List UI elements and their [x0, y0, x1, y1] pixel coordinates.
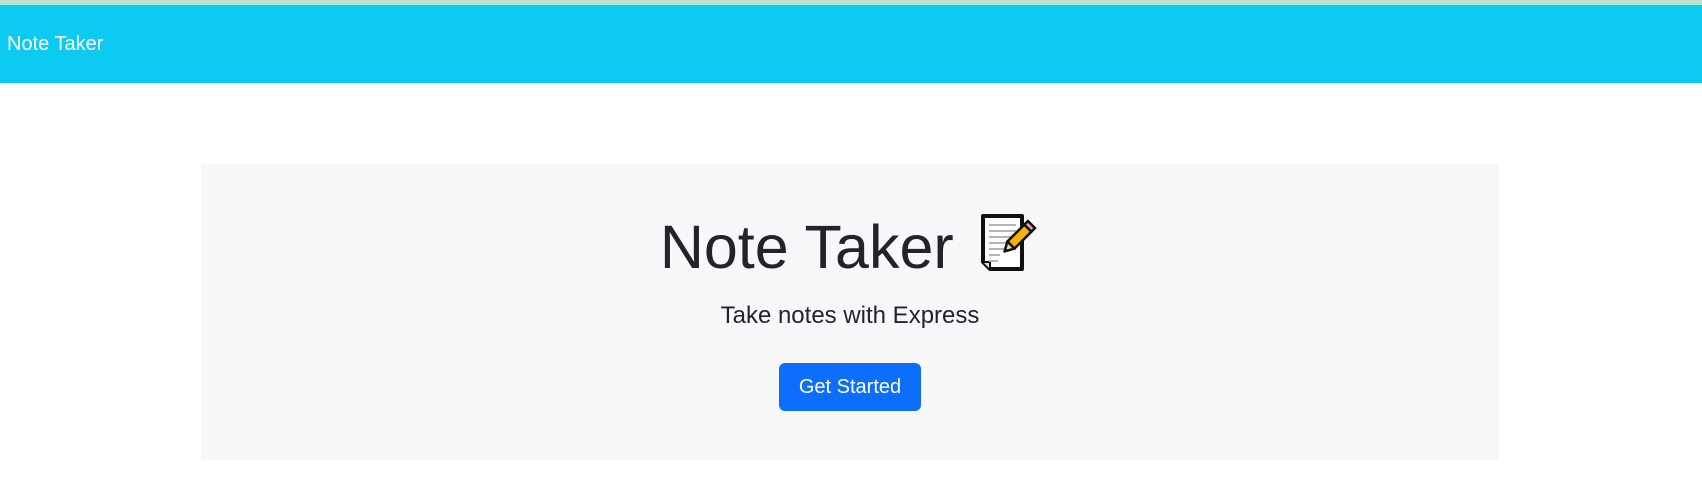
- navbar-brand-link[interactable]: Note Taker: [7, 32, 103, 56]
- hero-subtitle: Take notes with Express: [720, 302, 980, 329]
- hero-title-row: Note Taker: [201, 210, 1499, 284]
- memo-icon: [978, 212, 1040, 279]
- page-title: Note Taker: [659, 213, 954, 281]
- memo-icon-graphic: [981, 213, 1037, 271]
- get-started-button[interactable]: Get Started: [779, 363, 921, 411]
- hero-panel: Note Taker Take notes with Express Get S…: [201, 164, 1499, 460]
- navbar: Note Taker: [0, 5, 1702, 83]
